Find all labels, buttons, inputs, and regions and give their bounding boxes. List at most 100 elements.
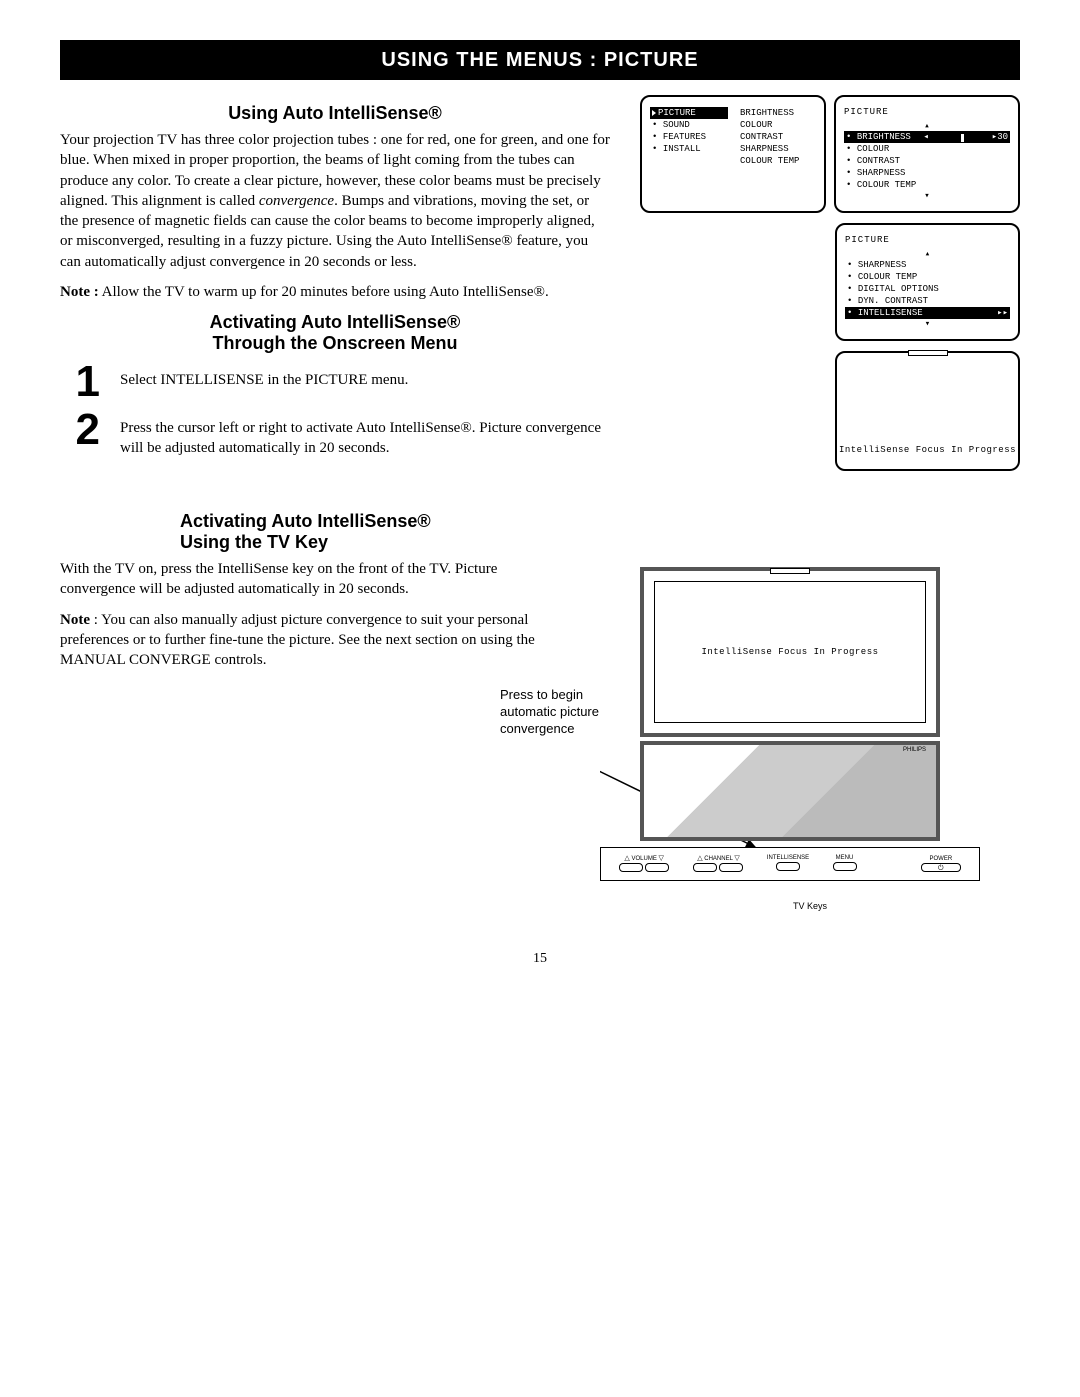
volume-keys: △ VOLUME ▽ bbox=[618, 854, 670, 874]
step-2: 2 Press the cursor left or right to acti… bbox=[60, 408, 610, 459]
osd2-i2: CONTRAST bbox=[857, 156, 900, 166]
osd1-r3: SHARPNESS bbox=[738, 143, 816, 155]
osd3-sharpness: • SHARPNESS bbox=[845, 259, 1010, 271]
s2s1d: PICTURE bbox=[305, 372, 368, 388]
down-arrow-icon-2: ▾ bbox=[845, 319, 1010, 329]
osd3-i1: COLOUR TEMP bbox=[858, 272, 917, 282]
osd3-title: PICTURE bbox=[845, 235, 1010, 245]
osd1-picture: PICTURE bbox=[650, 107, 728, 119]
step2-text: Press the cursor left or right to activa… bbox=[120, 408, 610, 459]
convergence-word: convergence bbox=[259, 193, 334, 209]
tv-screen-text: IntelliSense Focus In Progress bbox=[654, 581, 926, 723]
osd1-l2: FEATURES bbox=[663, 132, 706, 142]
osd1-r1: COLOUR bbox=[738, 119, 816, 131]
tv-base: PHILIPS bbox=[640, 741, 940, 841]
s2-h-l2: Through the Onscreen Menu bbox=[212, 333, 457, 353]
osd-intellisense-menu: PICTURE ▴ • SHARPNESS • COLOUR TEMP • DI… bbox=[835, 223, 1020, 341]
channel-down-button[interactable] bbox=[719, 863, 743, 872]
volume-up-button[interactable] bbox=[619, 863, 643, 872]
tv-keys-panel: △ VOLUME ▽ △ CHANNEL ▽ INTELLISENSE MENU bbox=[600, 847, 980, 881]
volume-down-button[interactable] bbox=[645, 863, 669, 872]
s2s1c: in the bbox=[264, 372, 305, 388]
section2-heading: Activating Auto IntelliSense® Through th… bbox=[60, 312, 610, 354]
power-label: POWER bbox=[920, 856, 962, 862]
section1-heading: Using Auto IntelliSense® bbox=[60, 103, 610, 124]
osd2-contrast: • CONTRAST bbox=[844, 155, 1010, 167]
step1-text: Select INTELLISENSE in the PICTURE menu. bbox=[120, 360, 610, 390]
up-arrow-icon: ▴ bbox=[844, 121, 1010, 131]
osd2-colour: • COLOUR bbox=[844, 143, 1010, 155]
step1-number: 1 bbox=[60, 360, 100, 404]
osd1-install: • INSTALL bbox=[650, 143, 728, 155]
note-label: Note : bbox=[60, 284, 99, 300]
s2s1a: Select bbox=[120, 372, 160, 388]
tv-screen: IntelliSense Focus In Progress bbox=[640, 567, 940, 737]
section3-note: Note : You can also manually adjust pict… bbox=[60, 610, 570, 671]
osd1-r4: COLOUR TEMP bbox=[738, 155, 816, 167]
up-arrow-icon-2: ▴ bbox=[845, 249, 1010, 259]
s2s1b: INTELLISENSE bbox=[160, 372, 263, 388]
osd1-features: • FEATURES bbox=[650, 131, 728, 143]
down-arrow-icon: ▾ bbox=[844, 191, 1010, 201]
section3-heading: Activating Auto IntelliSense® Using the … bbox=[180, 511, 1020, 553]
osd2-sharpness: • SHARPNESS bbox=[844, 167, 1010, 179]
section1-body: Your projection TV has three color proje… bbox=[60, 130, 610, 272]
osd3-i2: DIGITAL OPTIONS bbox=[858, 284, 939, 294]
step2-number: 2 bbox=[60, 408, 100, 452]
osd2-val: 30 bbox=[997, 132, 1008, 142]
tv-illustration: Press to begin automatic picture converg… bbox=[600, 567, 980, 897]
section1-note: Note : Allow the TV to warm up for 20 mi… bbox=[60, 282, 610, 302]
note-text: Allow the TV to warm up for 20 minutes b… bbox=[99, 284, 549, 300]
menu-key: MENU bbox=[832, 855, 858, 873]
menu-label: MENU bbox=[832, 855, 858, 861]
tv-brand: PHILIPS bbox=[903, 747, 926, 753]
tab-icon bbox=[908, 350, 948, 356]
vol-label: VOLUME bbox=[631, 856, 656, 862]
osd1-r0: BRIGHTNESS bbox=[738, 107, 816, 119]
intellisense-key: INTELLISENSE bbox=[767, 855, 809, 873]
s3-h-l2: Using the TV Key bbox=[180, 532, 328, 552]
osd3-digital: • DIGITAL OPTIONS bbox=[845, 283, 1010, 295]
note3-label: Note bbox=[60, 612, 90, 628]
osd1-l3: INSTALL bbox=[663, 144, 701, 154]
osd3-intellisense: • INTELLISENSE ▸▸ bbox=[845, 307, 1010, 319]
osd2-i0: BRIGHTNESS bbox=[857, 132, 911, 142]
page-number: 15 bbox=[60, 951, 1020, 967]
osd3-i4: INTELLISENSE bbox=[858, 308, 923, 318]
osd2-title: PICTURE bbox=[844, 107, 1010, 117]
intellisense-button[interactable] bbox=[776, 862, 800, 871]
note3-text: : You can also manually adjust picture c… bbox=[60, 612, 535, 669]
step-1: 1 Select INTELLISENSE in the PICTURE men… bbox=[60, 360, 610, 404]
section3-body: With the TV on, press the IntelliSense k… bbox=[60, 559, 570, 600]
s2s1e: menu. bbox=[368, 372, 409, 388]
tv-keys-caption: TV Keys bbox=[600, 901, 1020, 911]
osd3-dyn: • DYN. CONTRAST bbox=[845, 295, 1010, 307]
osd2-i4: COLOUR TEMP bbox=[857, 180, 916, 190]
s2-h-l1: Activating Auto IntelliSense® bbox=[210, 312, 461, 332]
osd-picture-menu: PICTURE ▴ • BRIGHTNESS ◂▸30 • COLOUR • C… bbox=[834, 95, 1020, 213]
ch-label: CHANNEL bbox=[704, 856, 732, 862]
osd3-i0: SHARPNESS bbox=[858, 260, 907, 270]
osd-main-menu: PICTURE • SOUND • FEATURES • INSTALL BRI… bbox=[640, 95, 826, 213]
channel-up-button[interactable] bbox=[693, 863, 717, 872]
osd3-colourtemp: • COLOUR TEMP bbox=[845, 271, 1010, 283]
osd3-i3: DYN. CONTRAST bbox=[858, 296, 928, 306]
osd1-r2: CONTRAST bbox=[738, 131, 816, 143]
callout-text: Press to begin automatic picture converg… bbox=[500, 687, 600, 738]
osd1-l1: SOUND bbox=[663, 120, 690, 130]
menu-button[interactable] bbox=[833, 862, 857, 871]
power-key: POWER ⏻ bbox=[920, 856, 962, 872]
osd2-i1: COLOUR bbox=[857, 144, 889, 154]
osd1-l0: PICTURE bbox=[658, 108, 696, 118]
osd1-sound: • SOUND bbox=[650, 119, 728, 131]
channel-keys: △ CHANNEL ▽ bbox=[692, 854, 744, 874]
osd2-i3: SHARPNESS bbox=[857, 168, 906, 178]
power-button[interactable]: ⏻ bbox=[921, 863, 961, 872]
s3-h-l1: Activating Auto IntelliSense® bbox=[180, 511, 431, 531]
osd4-text: IntelliSense Focus In Progress bbox=[837, 445, 1018, 455]
osd-progress: IntelliSense Focus In Progress bbox=[835, 351, 1020, 471]
is-label: INTELLISENSE bbox=[767, 855, 809, 861]
title-bar: USING THE MENUS : PICTURE bbox=[60, 41, 1020, 80]
tv-tab-icon bbox=[770, 568, 810, 574]
osd2-brightness: • BRIGHTNESS ◂▸30 bbox=[844, 131, 1010, 143]
